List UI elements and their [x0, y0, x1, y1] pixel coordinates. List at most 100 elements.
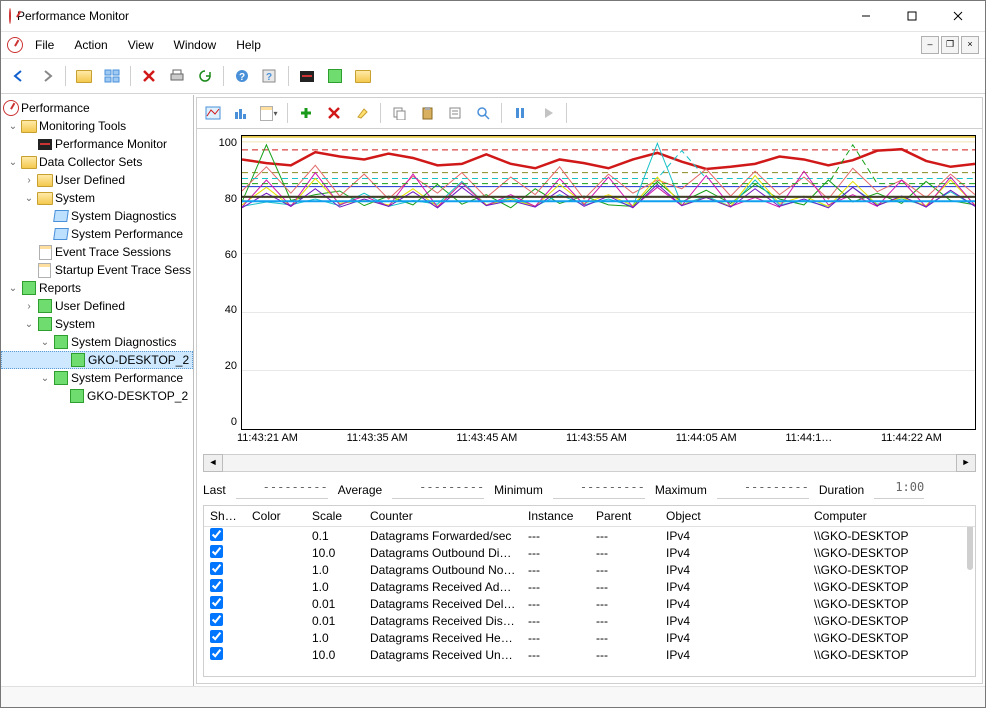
- show-checkbox[interactable]: [210, 596, 223, 609]
- scroll-track[interactable]: [223, 454, 956, 472]
- delete-button[interactable]: [137, 64, 161, 88]
- tree-node[interactable]: Monitoring Tools: [39, 119, 126, 133]
- tree-node[interactable]: User Defined: [55, 173, 125, 187]
- cell-object: IPv4: [660, 647, 808, 663]
- highlight-button[interactable]: [350, 101, 374, 125]
- cell-counter: Datagrams Received Unk…: [364, 647, 522, 663]
- tree-node[interactable]: System: [55, 317, 95, 331]
- chart-icon[interactable]: [295, 64, 319, 88]
- table-row[interactable]: 10.0Datagrams Outbound Dis…------IPv4\\G…: [204, 544, 975, 561]
- chart-plot-area[interactable]: [241, 135, 976, 430]
- tree-node[interactable]: Event Trace Sessions: [55, 245, 171, 259]
- cell-instance: ---: [522, 562, 590, 578]
- maximize-button[interactable]: [889, 2, 935, 30]
- table-body[interactable]: 0.1Datagrams Forwarded/sec------IPv4\\GK…: [204, 527, 975, 667]
- copy-button[interactable]: [387, 101, 411, 125]
- tree-node[interactable]: Startup Event Trace Sess: [55, 263, 191, 277]
- menu-window[interactable]: Window: [166, 36, 225, 54]
- mdi-restore[interactable]: ❐: [941, 36, 959, 54]
- counter-table[interactable]: Show Color Scale Counter Instance Parent…: [203, 505, 976, 677]
- chart-series-svg: [242, 136, 975, 209]
- paste-button[interactable]: [415, 101, 439, 125]
- table-row[interactable]: 1.0Datagrams Received Hea…------IPv4\\GK…: [204, 629, 975, 646]
- help-button[interactable]: ?: [230, 64, 254, 88]
- cell-computer: \\GKO-DESKTOP: [808, 596, 928, 612]
- cell-instance: ---: [522, 579, 590, 595]
- tree-node[interactable]: System Diagnostics: [71, 335, 176, 349]
- show-checkbox[interactable]: [210, 579, 223, 592]
- col-object: Object: [660, 508, 808, 524]
- folder-icon[interactable]: [351, 64, 375, 88]
- chart-y-axis: 100 80 60 40 20 0: [203, 135, 241, 430]
- cell-scale: 0.01: [306, 596, 364, 612]
- close-button[interactable]: [935, 2, 981, 30]
- properties-button[interactable]: [443, 101, 467, 125]
- table-header[interactable]: Show Color Scale Counter Instance Parent…: [204, 506, 975, 527]
- menu-view[interactable]: View: [120, 36, 162, 54]
- mdi-minimize[interactable]: –: [921, 36, 939, 54]
- tree-node[interactable]: User Defined: [55, 299, 125, 313]
- menu-action[interactable]: Action: [66, 36, 115, 54]
- show-hide-tree-button[interactable]: [72, 64, 96, 88]
- report-icon[interactable]: [323, 64, 347, 88]
- navigation-tree[interactable]: Performance ⌄ Monitoring Tools Performanc…: [1, 95, 194, 686]
- chart-x-axis: 11:43:21 AM 11:43:35 AM 11:43:45 AM 11:4…: [203, 430, 976, 450]
- scroll-left-button[interactable]: ◄: [203, 454, 223, 472]
- show-checkbox[interactable]: [210, 562, 223, 575]
- show-checkbox[interactable]: [210, 613, 223, 626]
- tree-node[interactable]: Reports: [39, 281, 81, 295]
- twisty-icon[interactable]: ⌄: [7, 121, 19, 132]
- refresh-button[interactable]: [193, 64, 217, 88]
- show-checkbox[interactable]: [210, 528, 223, 541]
- scroll-right-button[interactable]: ►: [956, 454, 976, 472]
- stat-duration: 1:00: [874, 480, 924, 499]
- forward-button[interactable]: [35, 64, 59, 88]
- show-checkbox[interactable]: [210, 545, 223, 558]
- zoom-button[interactable]: [471, 101, 495, 125]
- add-counter-button[interactable]: [294, 101, 318, 125]
- col-show: Show: [204, 508, 246, 524]
- cell-object: IPv4: [660, 630, 808, 646]
- mdi-close[interactable]: ×: [961, 36, 979, 54]
- view-histogram-button[interactable]: [229, 101, 253, 125]
- tree-node[interactable]: System Performance: [71, 227, 183, 241]
- table-row[interactable]: 0.01Datagrams Received Deliv…------IPv4\…: [204, 595, 975, 612]
- menu-help[interactable]: Help: [228, 36, 269, 54]
- freeze-button[interactable]: [508, 101, 532, 125]
- tree-node[interactable]: GKO-DESKTOP_2: [87, 389, 188, 403]
- remove-counter-button[interactable]: [322, 101, 346, 125]
- tree-node[interactable]: System Diagnostics: [71, 209, 176, 223]
- properties-tiles-button[interactable]: [100, 64, 124, 88]
- perfmon-toolbar: ▾: [196, 97, 983, 129]
- tree-node[interactable]: Data Collector Sets: [39, 155, 142, 169]
- update-button[interactable]: [536, 101, 560, 125]
- view-report-button[interactable]: ▾: [257, 101, 281, 125]
- stat-minimum: ---------: [553, 480, 645, 499]
- back-button[interactable]: [7, 64, 31, 88]
- table-row[interactable]: 0.01Datagrams Received Disc…------IPv4\\…: [204, 612, 975, 629]
- cell-parent: ---: [590, 528, 660, 544]
- show-checkbox[interactable]: [210, 647, 223, 660]
- cell-counter: Datagrams Forwarded/sec: [364, 528, 522, 544]
- table-row[interactable]: 1.0Datagrams Received Addr…------IPv4\\G…: [204, 578, 975, 595]
- minimize-button[interactable]: [843, 2, 889, 30]
- table-row[interactable]: 0.1Datagrams Forwarded/sec------IPv4\\GK…: [204, 527, 975, 544]
- menu-file[interactable]: File: [27, 36, 62, 54]
- show-checkbox[interactable]: [210, 630, 223, 643]
- cell-object: IPv4: [660, 562, 808, 578]
- cell-scale: 0.1: [306, 528, 364, 544]
- cell-scale: 10.0: [306, 545, 364, 561]
- context-help-button[interactable]: ?: [258, 64, 282, 88]
- tree-node-selected[interactable]: GKO-DESKTOP_2: [1, 351, 193, 369]
- cell-object: IPv4: [660, 545, 808, 561]
- chart-time-scrollbar[interactable]: ◄ ►: [203, 454, 976, 472]
- performance-chart[interactable]: 100 80 60 40 20 0: [203, 135, 976, 472]
- tree-node[interactable]: Performance Monitor: [55, 137, 167, 151]
- tree-root[interactable]: Performance: [1, 99, 193, 117]
- tree-node[interactable]: System: [55, 191, 95, 205]
- table-row[interactable]: 10.0Datagrams Received Unk…------IPv4\\G…: [204, 646, 975, 663]
- tree-node[interactable]: System Performance: [71, 371, 183, 385]
- table-row[interactable]: 1.0Datagrams Outbound No…------IPv4\\GKO…: [204, 561, 975, 578]
- view-chart-button[interactable]: [201, 101, 225, 125]
- print-button[interactable]: [165, 64, 189, 88]
